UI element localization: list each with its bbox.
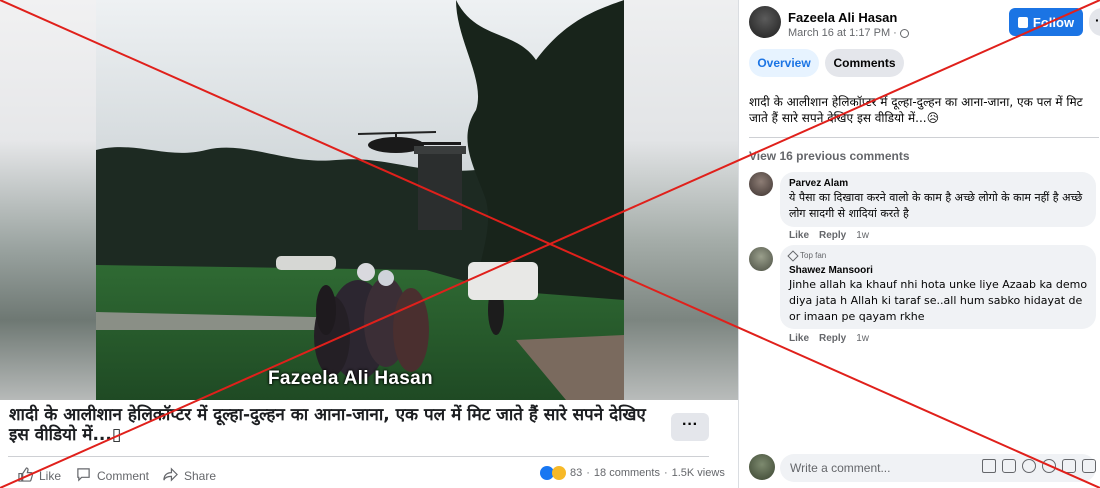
diamond-icon xyxy=(787,249,799,262)
comment-age[interactable]: 1w xyxy=(856,230,869,241)
share-button[interactable]: Share xyxy=(163,467,216,485)
video-caption: शादी के आलीशान हेलिकॉप्टर में दूल्हा-दुल… xyxy=(9,405,646,445)
comment-age[interactable]: 1w xyxy=(856,333,869,344)
commenter-avatar[interactable] xyxy=(749,172,773,196)
follow-label: Follow xyxy=(1032,14,1075,30)
sad-reaction-icon xyxy=(552,466,566,480)
video-panel: Fazeela Ali Hasan शादी के आलीशान हेलिकॉप… xyxy=(0,0,738,488)
top-fan-badge: Top fan xyxy=(787,249,827,262)
post-text: शादी के आलीशान हेलिकॉप्टर में दूल्हा-दुल… xyxy=(749,95,1083,125)
comment-like-link[interactable]: Like xyxy=(789,333,809,344)
more-tools-icon[interactable] xyxy=(1082,459,1096,473)
panel-divider xyxy=(738,0,739,488)
video-more-button[interactable]: ··· xyxy=(671,413,709,441)
commenter-name[interactable]: Shawez Mansoori xyxy=(789,265,873,276)
like-button[interactable]: Like xyxy=(18,467,61,485)
commenter-avatar[interactable] xyxy=(749,247,773,271)
video-player[interactable]: Fazeela Ali Hasan xyxy=(0,0,738,400)
thumbs-up-icon xyxy=(18,467,34,485)
avatar-sticker-icon[interactable] xyxy=(982,459,996,473)
post-author[interactable]: Fazeela Ali Hasan xyxy=(788,10,897,25)
actions-divider xyxy=(8,456,709,457)
author-avatar[interactable] xyxy=(749,6,781,38)
comment-bubble-icon xyxy=(76,467,91,485)
commenter-name[interactable]: Parvez Alam xyxy=(789,178,848,189)
comment-input-placeholder: Write a comment... xyxy=(790,461,891,475)
comment-reply-link[interactable]: Reply xyxy=(819,333,846,344)
gif-icon[interactable] xyxy=(1062,459,1076,473)
reaction-count[interactable]: 83 xyxy=(570,467,582,479)
video-blur-right xyxy=(624,0,738,400)
video-watermark: Fazeela Ali Hasan xyxy=(268,368,433,389)
share-arrow-icon xyxy=(163,467,178,485)
stats-separator: · xyxy=(663,467,668,479)
comment-like-link[interactable]: Like xyxy=(789,230,809,241)
emoji-icon[interactable] xyxy=(1022,459,1036,473)
like-label: Like xyxy=(39,469,62,483)
top-fan-label: Top fan xyxy=(800,251,827,260)
video-still-image xyxy=(96,0,624,400)
follow-icon xyxy=(1017,16,1028,28)
post-timestamp[interactable]: March 16 at 1:17 PM · xyxy=(788,27,909,39)
post-separator xyxy=(749,137,1099,138)
comment-text: ये पैसा का दिखावा करने वालो के काम है अच… xyxy=(789,191,1083,220)
comment-reply-link[interactable]: Reply xyxy=(819,230,846,241)
video-blur-left xyxy=(0,0,96,400)
tab-overview[interactable]: Overview xyxy=(749,49,819,77)
comment-label: Comment xyxy=(97,469,150,483)
globe-icon xyxy=(899,28,909,38)
comment-tools xyxy=(982,459,1096,473)
comment-actions: Like Reply 1w xyxy=(789,333,869,344)
camera-icon[interactable] xyxy=(1042,459,1056,473)
tab-comments[interactable]: Comments xyxy=(825,49,904,77)
video-frame[interactable] xyxy=(96,0,624,400)
post-time-text: March 16 at 1:17 PM · xyxy=(788,27,900,39)
current-user-avatar xyxy=(749,454,775,480)
comment-text: Jinhe allah ka khauf nhi hota unke liye … xyxy=(789,278,1088,323)
comment-actions: Like Reply 1w xyxy=(789,230,869,241)
post-stats: 83 · 18 comments · 1.5K views xyxy=(540,466,725,480)
comment-count[interactable]: 18 comments xyxy=(594,467,660,479)
comment-button[interactable]: Comment xyxy=(76,467,149,485)
follow-button[interactable]: Follow xyxy=(1009,8,1083,36)
view-previous-comments-link[interactable]: View 16 previous comments xyxy=(749,149,910,163)
share-label: Share xyxy=(184,469,217,483)
sticker-icon[interactable] xyxy=(1002,459,1016,473)
view-count: 1.5K views xyxy=(671,467,725,479)
stats-separator: · xyxy=(586,467,590,479)
